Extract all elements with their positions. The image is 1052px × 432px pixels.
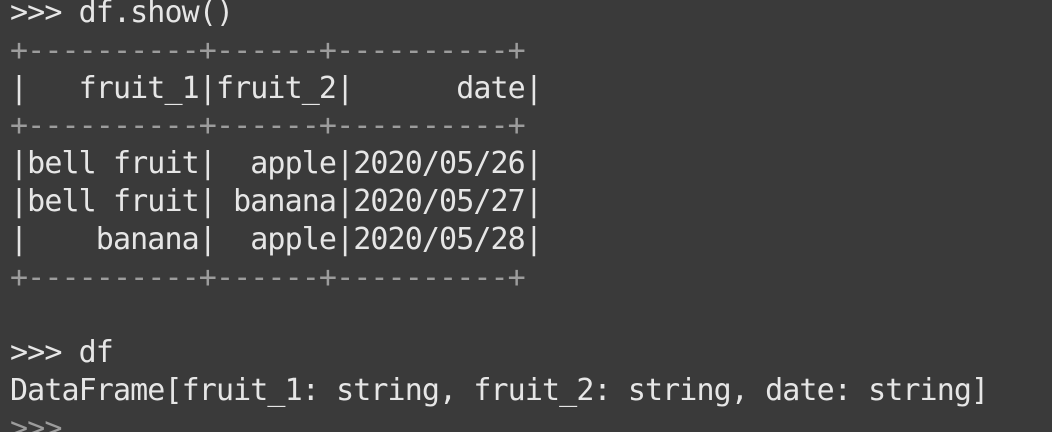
prompt-line-df: >>> df — [10, 335, 114, 371]
table-row: |bell fruit| banana|2020/05/27| — [10, 183, 543, 219]
table-border-top: +----------+------+----------+ — [10, 32, 526, 68]
table-row: |bell fruit| apple|2020/05/26| — [10, 146, 543, 182]
prompt-line-show: >>> df.show() — [10, 0, 234, 30]
table-border-bottom: +----------+------+----------+ — [10, 259, 526, 295]
table-row: | banana| apple|2020/05/28| — [10, 221, 543, 257]
dataframe-schema-output: DataFrame[fruit_1: string, fruit_2: stri… — [10, 372, 989, 408]
table-border-mid: +----------+------+----------+ — [10, 108, 526, 144]
terminal-window[interactable]: >>> df.show() +----------+------+-------… — [0, 0, 1052, 432]
table-header-row: | fruit_1|fruit_2| date| — [10, 70, 543, 106]
prompt-line-current[interactable]: >>> — [10, 410, 1052, 432]
